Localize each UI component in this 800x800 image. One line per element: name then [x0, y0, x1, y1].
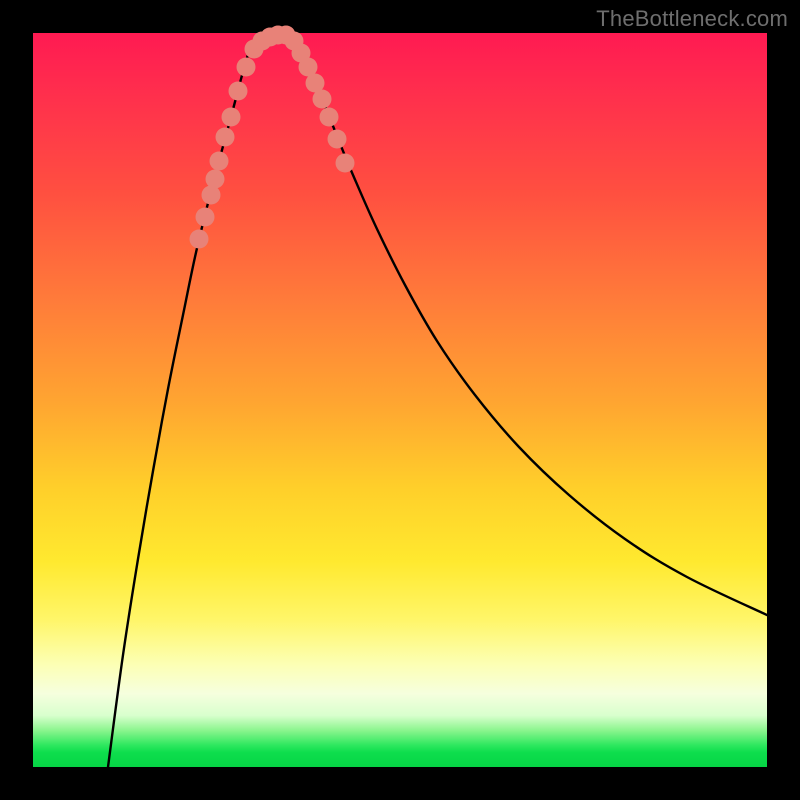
curve-dot: [336, 154, 355, 173]
curve-dot: [202, 186, 221, 205]
curve-dot: [210, 152, 229, 171]
curve-right-branch: [293, 41, 767, 615]
curve-dot: [190, 230, 209, 249]
plot-area: [33, 33, 767, 767]
curve-svg: [33, 33, 767, 767]
curve-dot: [206, 170, 225, 189]
curve-dot: [216, 128, 235, 147]
outer-frame: TheBottleneck.com: [0, 0, 800, 800]
curve-dot: [222, 108, 241, 127]
curve-dot: [237, 58, 256, 77]
curve-dot: [320, 108, 339, 127]
curve-dot: [313, 90, 332, 109]
curve-dot: [229, 82, 248, 101]
curve-dot: [328, 130, 347, 149]
watermark-text: TheBottleneck.com: [596, 6, 788, 32]
curve-dots: [190, 26, 355, 249]
curve-dot: [196, 208, 215, 227]
